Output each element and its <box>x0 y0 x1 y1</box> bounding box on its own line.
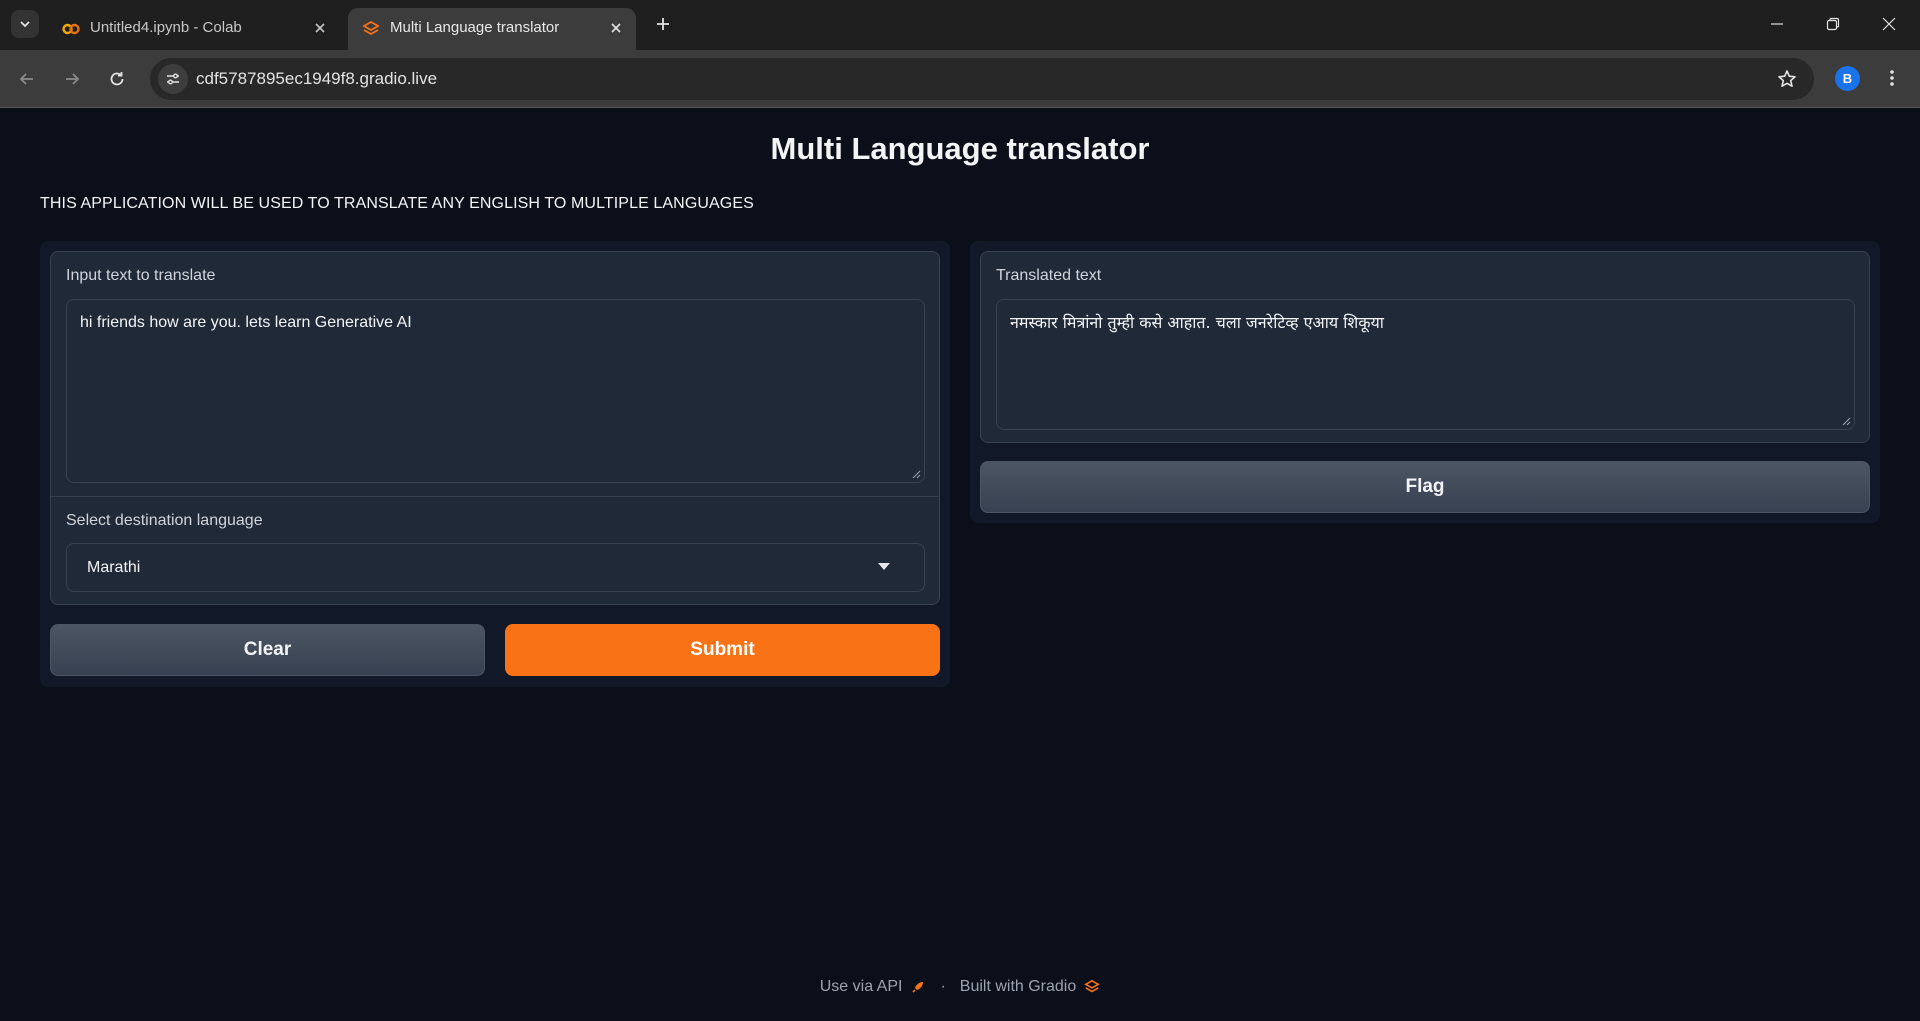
reload-button[interactable] <box>103 65 131 93</box>
bookmark-button[interactable] <box>1776 68 1798 90</box>
flag-button[interactable]: Flag <box>980 461 1870 513</box>
footer: Use via API · Built with Gradio <box>0 978 1920 996</box>
gradio-logo-icon <box>1084 979 1101 993</box>
tab-gradio[interactable]: Multi Language translator <box>348 8 636 50</box>
api-link[interactable]: Use via API <box>820 978 903 996</box>
minimize-icon <box>1771 23 1783 25</box>
more-vert-icon <box>1890 70 1894 86</box>
input-textarea[interactable]: hi friends how are you. lets learn Gener… <box>66 299 925 483</box>
minimize-button[interactable] <box>1763 10 1791 38</box>
language-selected: Marathi <box>87 559 141 576</box>
language-dropdown[interactable]: Marathi <box>66 543 925 592</box>
output-form: Translated text नमस्कार मित्रांनो तुम्ही… <box>980 251 1870 443</box>
caret-down-icon <box>878 563 890 570</box>
input-text: hi friends how are you. lets learn Gener… <box>80 314 412 331</box>
close-icon <box>1882 17 1896 31</box>
input-form: Input text to translate hi friends how a… <box>50 251 940 605</box>
plus-icon <box>657 18 669 30</box>
profile-avatar[interactable]: B <box>1835 66 1860 91</box>
tab-colab[interactable]: Untitled4.ipynb - Colab <box>48 8 340 50</box>
forward-button[interactable] <box>58 65 86 93</box>
close-tab-icon[interactable] <box>310 18 330 38</box>
resize-handle-icon[interactable] <box>911 469 921 479</box>
chevron-down-icon <box>20 21 30 28</box>
browser-toolbar: cdf5787895ec1949f8.gradio.live B <box>0 50 1920 108</box>
reload-icon <box>110 72 124 86</box>
gradio-icon <box>362 20 380 36</box>
tab-search-button[interactable] <box>11 10 39 38</box>
page-title: Multi Language translator <box>770 131 1150 166</box>
tune-icon <box>167 73 179 85</box>
colab-icon <box>62 23 80 35</box>
restore-icon <box>1826 17 1840 31</box>
resize-handle-icon[interactable] <box>1841 416 1851 426</box>
built-with-link[interactable]: Built with Gradio <box>960 978 1077 996</box>
output-text: नमस्कार मित्रांनो तुम्ही कसे आहात. चला ज… <box>1010 313 1384 332</box>
back-button[interactable] <box>13 65 41 93</box>
site-info-button[interactable] <box>158 64 188 94</box>
output-textarea[interactable]: नमस्कार मित्रांनो तुम्ही कसे आहात. चला ज… <box>996 299 1855 430</box>
divider <box>51 496 939 497</box>
footer-separator: · <box>940 978 946 995</box>
star-icon <box>1778 70 1796 87</box>
language-label: Select destination language <box>66 512 263 529</box>
input-column: Input text to translate hi friends how a… <box>40 241 950 687</box>
close-window-button[interactable] <box>1875 10 1903 38</box>
rocket-icon <box>912 982 924 993</box>
address-bar[interactable]: cdf5787895ec1949f8.gradio.live <box>150 58 1814 100</box>
clear-button[interactable]: Clear <box>50 624 485 676</box>
browser-menu-button[interactable] <box>1878 64 1906 92</box>
output-column: Translated text नमस्कार मित्रांनो तुम्ही… <box>970 241 1880 523</box>
page-description: THIS APPLICATION WILL BE USED TO TRANSLA… <box>40 195 754 212</box>
restore-button[interactable] <box>1819 10 1847 38</box>
new-tab-button[interactable] <box>652 13 674 35</box>
output-label: Translated text <box>996 267 1102 284</box>
input-label: Input text to translate <box>66 267 216 284</box>
close-tab-icon[interactable] <box>606 18 626 38</box>
submit-button[interactable]: Submit <box>505 624 940 676</box>
arrow-right-icon <box>66 73 80 85</box>
arrow-left-icon <box>19 73 33 85</box>
tab-title: Multi Language translator <box>390 19 560 36</box>
tab-strip: Untitled4.ipynb - Colab Multi Language t… <box>0 0 1920 50</box>
tab-title: Untitled4.ipynb - Colab <box>90 19 242 36</box>
gradio-app: Multi Language translator THIS APPLICATI… <box>0 109 1920 1021</box>
url-text[interactable]: cdf5787895ec1949f8.gradio.live <box>196 69 437 89</box>
